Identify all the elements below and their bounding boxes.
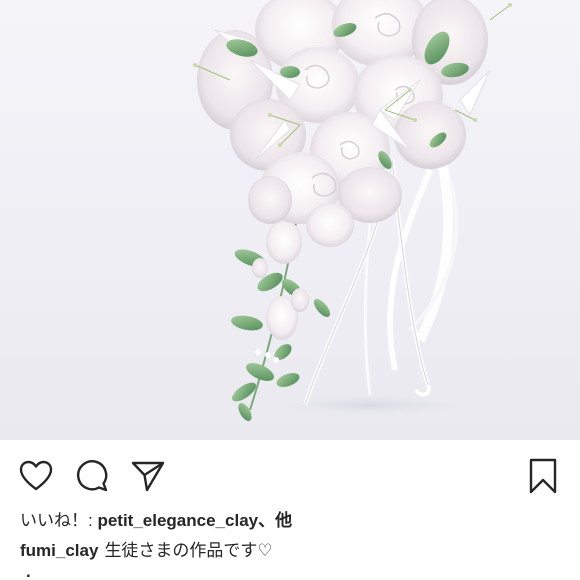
likes-others-link[interactable]: 、他 bbox=[258, 511, 292, 530]
post-photo[interactable] bbox=[0, 0, 580, 440]
instagram-post: いいね！: petit_elegance_clay、他 fumi_clay 生徒さ… bbox=[0, 0, 580, 580]
heart-icon bbox=[19, 460, 53, 491]
likes-prefix: いいね！: bbox=[20, 511, 98, 530]
comment-button[interactable] bbox=[74, 458, 110, 494]
liked-by-username[interactable]: petit_elegance_clay bbox=[97, 511, 258, 530]
likes-line: いいね！: petit_elegance_clay、他 bbox=[20, 509, 292, 533]
send-icon bbox=[131, 461, 165, 492]
bookmark-icon bbox=[529, 458, 557, 494]
bouquet-illustration bbox=[193, 0, 512, 422]
comment-icon bbox=[77, 460, 108, 492]
caption: fumi_clay 生徒さまの作品です♡ bbox=[20, 539, 273, 563]
save-button[interactable] bbox=[525, 458, 561, 494]
caption-text: 生徒さまの作品です♡ bbox=[104, 541, 273, 560]
caption-extra-line: . bbox=[26, 562, 31, 580]
post-action-bar bbox=[0, 450, 580, 500]
share-button[interactable] bbox=[130, 458, 166, 494]
like-button[interactable] bbox=[18, 458, 54, 494]
caption-username[interactable]: fumi_clay bbox=[20, 541, 98, 560]
